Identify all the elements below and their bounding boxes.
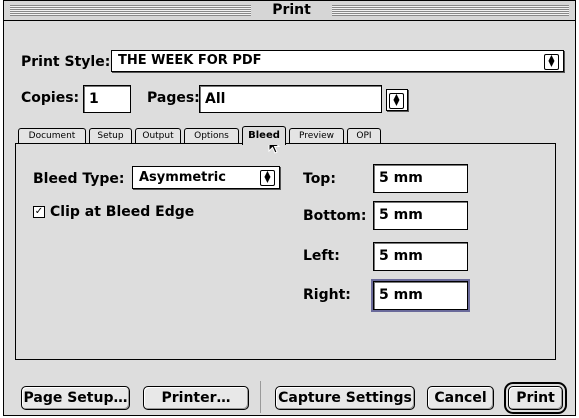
top-label: Top: xyxy=(303,171,336,187)
copies-field[interactable]: 1 xyxy=(83,85,131,113)
tab-document[interactable]: Document xyxy=(18,128,86,144)
tab-setup[interactable]: Setup xyxy=(89,128,132,144)
title-bar[interactable]: Print xyxy=(4,1,575,21)
clip-at-bleed-edge-label[interactable]: Clip at Bleed Edge xyxy=(50,203,194,221)
page-setup-button[interactable]: Page Setup… xyxy=(21,386,130,410)
print-style-popup[interactable]: THE WEEK FOR PDF ▲ ▼ xyxy=(111,50,564,72)
left-label: Left: xyxy=(303,248,340,264)
title-bar-stripes-left xyxy=(10,5,251,16)
button-divider xyxy=(260,381,261,413)
bleed-type-popup[interactable]: Asymmetric ▲ ▼ xyxy=(132,166,280,189)
print-button[interactable]: Print xyxy=(504,382,567,414)
printer-button[interactable]: Printer… xyxy=(143,386,249,410)
checkmark-icon: ✓ xyxy=(34,206,44,217)
tab-preview[interactable]: Preview xyxy=(289,128,344,144)
capture-settings-button[interactable]: Capture Settings xyxy=(275,386,415,410)
up-down-arrows-icon: ▲ ▼ xyxy=(260,170,275,186)
bottom-field[interactable]: 5 mm xyxy=(373,201,468,230)
right-field[interactable]: 5 mm xyxy=(371,279,470,312)
right-label: Right: xyxy=(303,287,351,303)
bleed-type-label: Bleed Type: xyxy=(33,171,125,187)
pages-field[interactable]: All xyxy=(199,85,382,113)
tab-opi[interactable]: OPI xyxy=(347,128,381,144)
up-down-arrows-icon: ▲ ▼ xyxy=(389,93,404,109)
print-style-label: Print Style: xyxy=(21,54,111,70)
left-field[interactable]: 5 mm xyxy=(373,242,468,271)
tab-options[interactable]: Options xyxy=(184,128,239,144)
copies-label: Copies: xyxy=(21,90,80,106)
top-field[interactable]: 5 mm xyxy=(373,164,468,193)
window-title: Print xyxy=(251,1,332,20)
pages-label: Pages: xyxy=(147,90,200,106)
bottom-label: Bottom: xyxy=(303,208,367,224)
up-down-arrows-icon: ▲ ▼ xyxy=(544,54,559,70)
tab-output[interactable]: Output xyxy=(135,128,181,144)
pages-popup[interactable]: ▲ ▼ xyxy=(386,89,408,111)
cancel-button[interactable]: Cancel xyxy=(427,386,494,410)
print-style-value: THE WEEK FOR PDF xyxy=(118,53,262,68)
title-bar-stripes-right xyxy=(332,5,569,16)
clip-at-bleed-edge-checkbox[interactable]: ✓ xyxy=(33,206,45,218)
tab-bleed[interactable]: Bleed xyxy=(242,126,286,145)
bleed-type-value: Asymmetric xyxy=(139,170,226,185)
